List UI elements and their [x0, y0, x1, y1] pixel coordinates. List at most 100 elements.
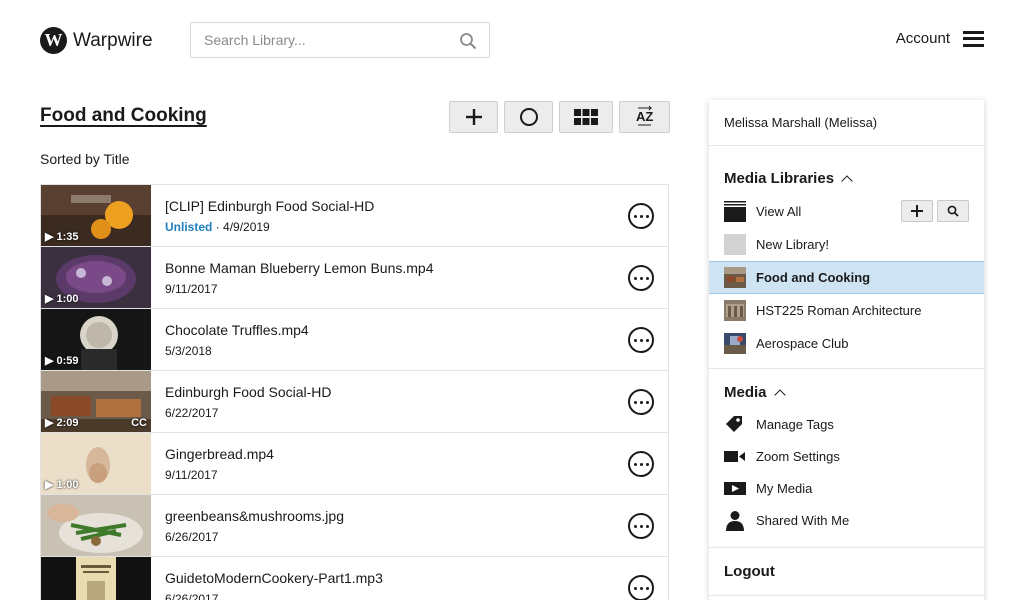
item-date: 6/22/2017: [165, 405, 219, 420]
media-libraries-heading[interactable]: Media Libraries: [709, 170, 984, 187]
item-title[interactable]: greenbeans&mushrooms.jpg: [165, 508, 344, 524]
sidebar-item-label: Aerospace Club: [756, 336, 849, 351]
media-heading[interactable]: Media: [709, 384, 984, 401]
more-options-icon[interactable]: [628, 265, 654, 291]
list-item[interactable]: greenbeans&mushrooms.jpg 6/26/2017: [41, 495, 668, 557]
account-menu[interactable]: Account: [896, 30, 984, 47]
list-item[interactable]: ▶ 1:00 Bonne Maman Blueberry Lemon Buns.…: [41, 247, 668, 309]
media-label: Media: [724, 384, 767, 401]
chevron-up-icon: [773, 389, 786, 401]
toolbar: AZ: [449, 101, 670, 133]
more-options-icon[interactable]: [628, 451, 654, 477]
meta-separator: ·: [212, 219, 224, 234]
tag-icon: [726, 415, 742, 432]
grid-view-button[interactable]: [559, 101, 613, 133]
media-list: ▶ 1:35 [CLIP] Edinburgh Food Social-HD U…: [40, 184, 669, 600]
search-box: [190, 22, 490, 58]
duration-badge: ▶ 1:00: [45, 293, 79, 305]
list-item[interactable]: ▶ 2:09 CC Edinburgh Food Social-HD 6/22/…: [41, 371, 668, 433]
sort-az-button[interactable]: AZ: [619, 101, 670, 133]
search-libraries-button[interactable]: [937, 200, 969, 222]
sidebar-item-aerospace-club[interactable]: Aerospace Club: [709, 327, 984, 360]
add-media-button[interactable]: [449, 101, 498, 133]
plus-icon: [911, 205, 923, 217]
sidebar-item-label: Food and Cooking: [756, 270, 871, 285]
page-title: Food and Cooking: [40, 105, 207, 126]
sidebar-item-new-library[interactable]: New Library!: [709, 228, 984, 261]
item-date: 9/11/2017: [165, 467, 218, 482]
sidebar-item-food-and-cooking[interactable]: Food and Cooking: [709, 261, 984, 294]
search-input[interactable]: [191, 32, 451, 48]
account-panel: Melissa Marshall (Melissa) Media Librari…: [709, 100, 984, 600]
item-date: 5/3/2018: [165, 343, 212, 358]
sidebar-item-view-all[interactable]: View All: [709, 195, 984, 228]
more-options-icon[interactable]: [628, 389, 654, 415]
item-title[interactable]: GuidetoModernCookery-Part1.mp3: [165, 570, 383, 586]
item-title[interactable]: [CLIP] Edinburgh Food Social-HD: [165, 198, 374, 214]
sidebar-item-my-media[interactable]: My Media: [709, 472, 984, 504]
hamburger-icon[interactable]: [963, 30, 984, 47]
duration-badge: ▶ 0:59: [45, 355, 79, 367]
video-thumbnail[interactable]: ▶ 0:59: [41, 309, 151, 370]
more-options-icon[interactable]: [628, 575, 654, 600]
item-date: 9/11/2017: [165, 281, 218, 296]
sidebar-item-shared-with-me[interactable]: Shared With Me: [709, 504, 984, 536]
item-title[interactable]: Gingerbread.mp4: [165, 446, 274, 462]
user-name[interactable]: Melissa Marshall (Melissa): [709, 100, 984, 146]
plus-icon: [465, 109, 482, 125]
logo-mark: W: [40, 27, 67, 54]
sort-label: Sorted by Title: [40, 151, 130, 167]
more-options-icon[interactable]: [628, 327, 654, 353]
video-thumbnail[interactable]: ▶ 1:00: [41, 433, 151, 494]
sidebar-item-manage-tags[interactable]: Manage Tags: [709, 408, 984, 440]
sidebar-item-label: New Library!: [756, 237, 829, 252]
sort-az-label: AZ: [636, 109, 653, 124]
logout-button[interactable]: Logout: [709, 547, 984, 596]
video-thumbnail[interactable]: ▶ 1:00: [41, 247, 151, 308]
circle-icon: [519, 108, 538, 126]
sidebar-item-label: My Media: [756, 480, 813, 496]
closed-captions-badge: CC: [131, 417, 147, 429]
item-title[interactable]: Bonne Maman Blueberry Lemon Buns.mp4: [165, 260, 433, 276]
list-item[interactable]: ▶ 0:59 Chocolate Truffles.mp4 5/3/2018: [41, 309, 668, 371]
item-title[interactable]: Chocolate Truffles.mp4: [165, 322, 309, 338]
video-thumbnail[interactable]: ▶ 1:35: [41, 185, 151, 246]
item-date: 6/26/2017: [165, 529, 219, 544]
warpwire-logo[interactable]: W Warpwire: [40, 27, 153, 54]
person-icon: [726, 510, 744, 531]
list-item[interactable]: ▶ 1:00 Gingerbread.mp4 9/11/2017: [41, 433, 668, 495]
library-thumb-icon: [724, 267, 746, 288]
library-thumb-icon: [724, 300, 746, 321]
image-thumbnail[interactable]: [41, 495, 151, 556]
item-title[interactable]: Edinburgh Food Social-HD: [165, 384, 332, 400]
sidebar-item-hst225[interactable]: HST225 Roman Architecture: [709, 294, 984, 327]
folder-stack-icon: [724, 201, 746, 222]
sidebar-item-label: View All: [756, 204, 802, 219]
media-libraries-label: Media Libraries: [724, 170, 835, 187]
sidebar-item-label: Zoom Settings: [756, 448, 840, 464]
more-options-icon[interactable]: [628, 513, 654, 539]
duration-badge: ▶ 1:35: [45, 231, 79, 243]
video-thumbnail[interactable]: ▶ 2:09 CC: [41, 371, 151, 432]
library-thumb-icon: [724, 333, 746, 354]
duration-badge: ▶ 1:00: [45, 479, 79, 491]
play-box-icon: [724, 481, 746, 495]
search-icon[interactable]: [459, 32, 477, 50]
blank-thumb-icon: [724, 234, 746, 255]
list-item[interactable]: GuidetoModernCookery-Part1.mp3 6/26/2017: [41, 557, 668, 600]
sidebar-item-zoom-settings[interactable]: Zoom Settings: [709, 440, 984, 472]
grid-icon: [574, 109, 598, 125]
sidebar-item-label: Manage Tags: [756, 416, 834, 432]
account-label: Account: [895, 30, 950, 47]
search-icon: [947, 205, 959, 217]
sidebar-item-label: HST225 Roman Architecture: [756, 303, 922, 318]
unlisted-badge: Unlisted: [165, 219, 213, 234]
add-library-button[interactable]: [901, 200, 933, 222]
sort-az-icon: AZ: [636, 106, 653, 126]
list-item[interactable]: ▶ 1:35 [CLIP] Edinburgh Food Social-HD U…: [41, 185, 668, 247]
record-button[interactable]: [504, 101, 553, 133]
item-date: 4/9/2019: [223, 219, 270, 234]
audio-thumbnail[interactable]: [41, 557, 151, 600]
duration-badge: ▶ 2:09: [45, 417, 79, 429]
more-options-icon[interactable]: [628, 203, 654, 229]
